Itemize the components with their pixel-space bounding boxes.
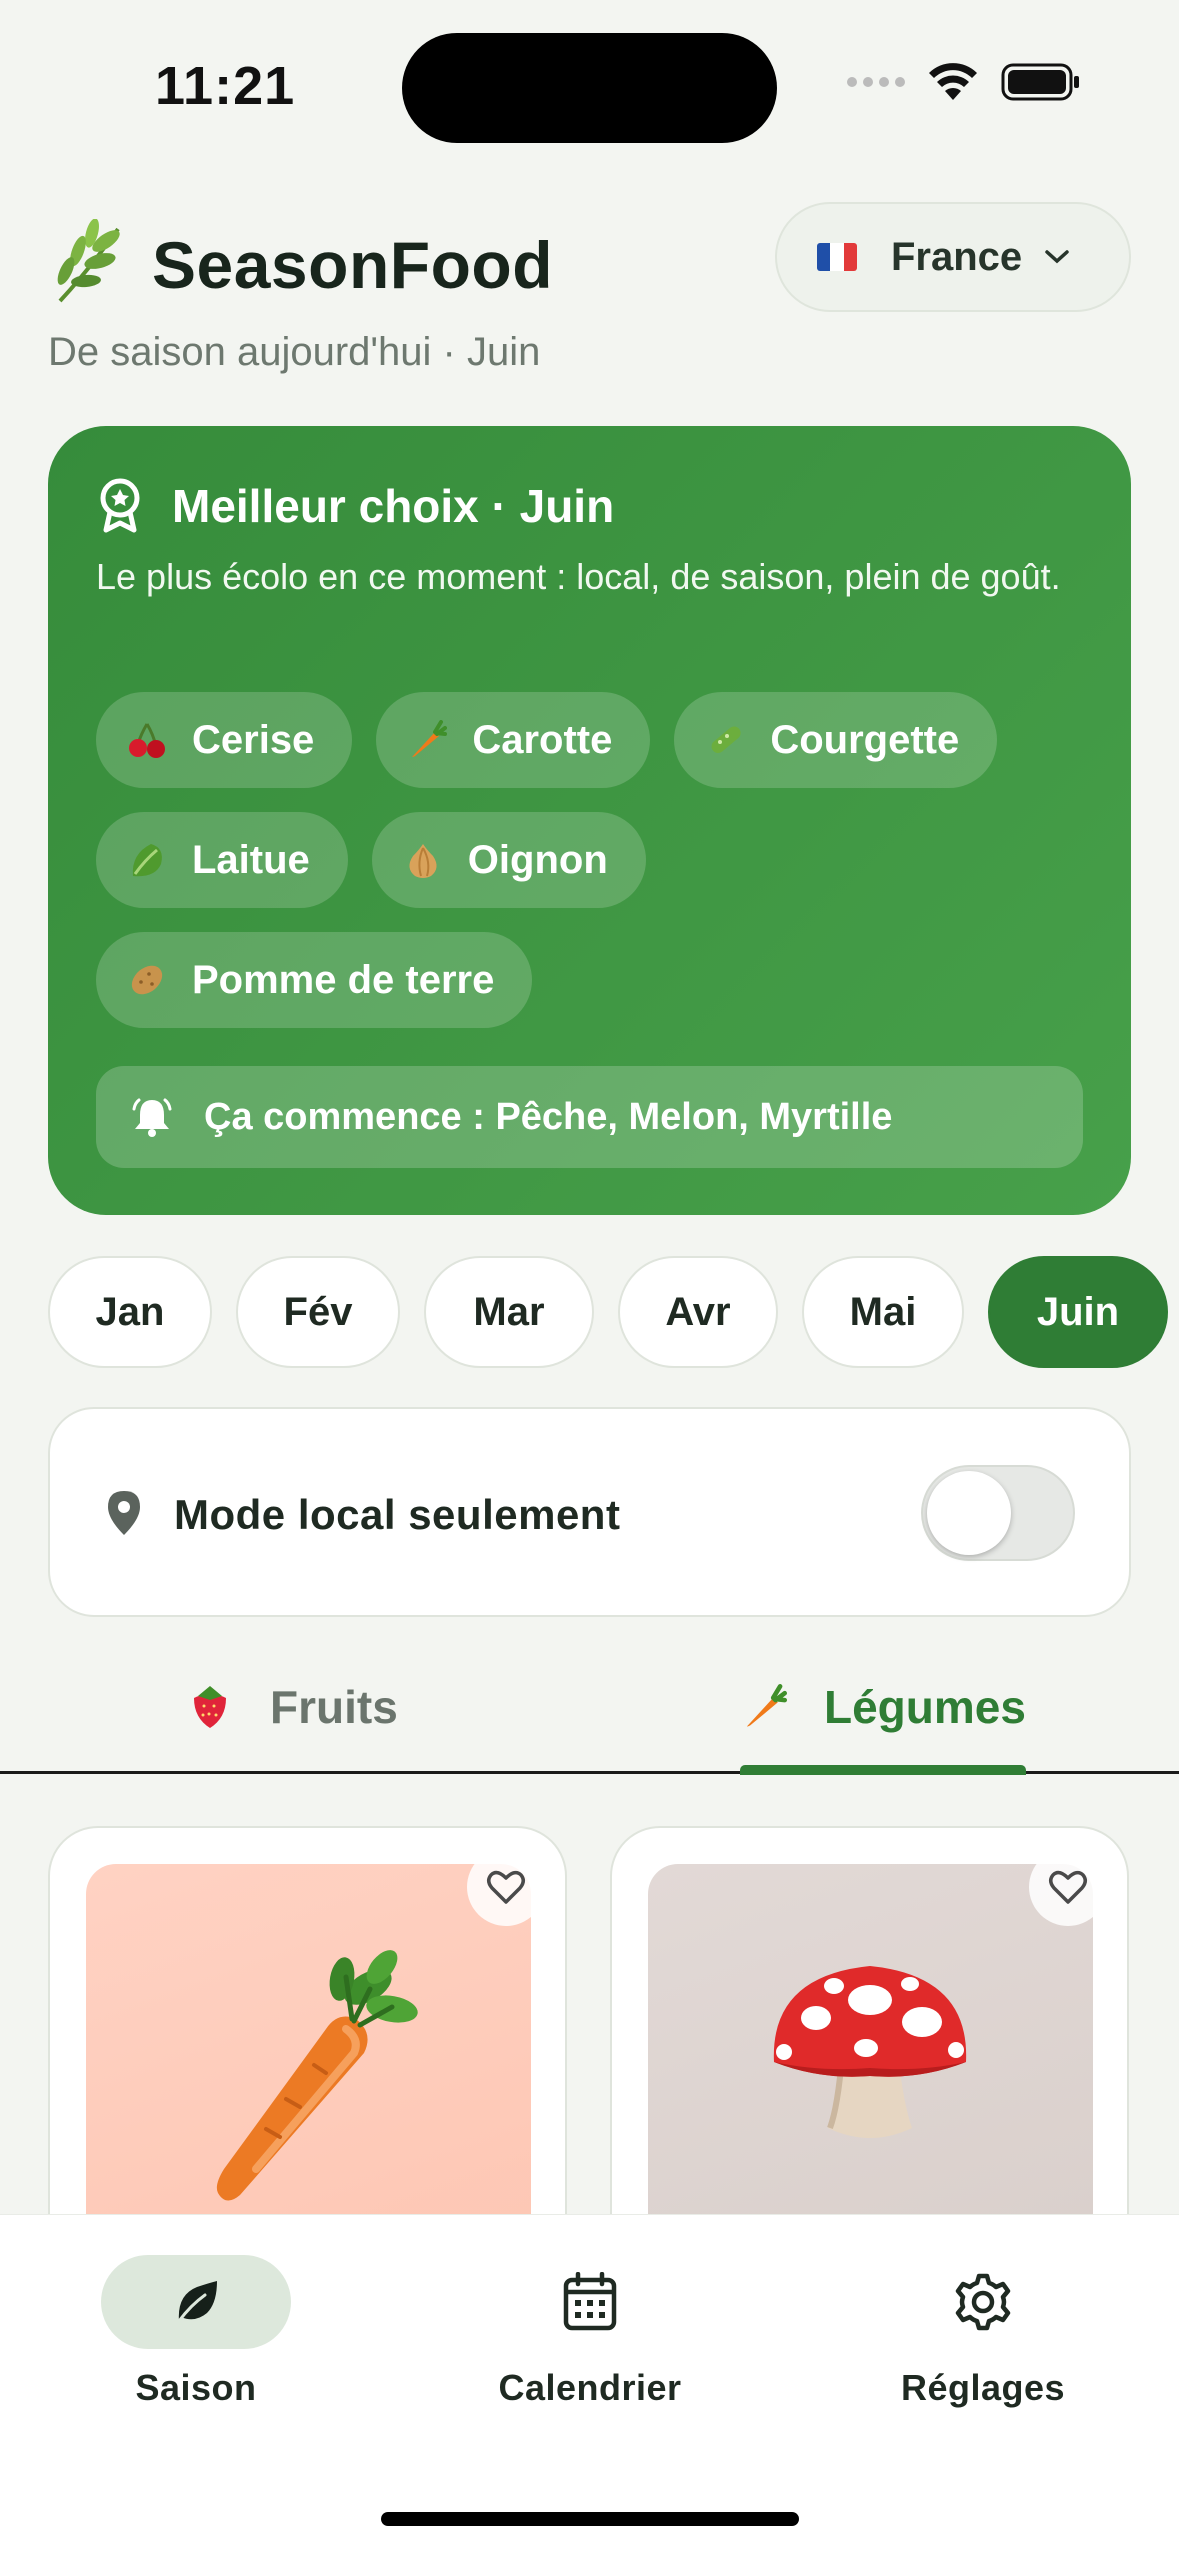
best-choice-header: Meilleur choix · Juin bbox=[96, 478, 614, 534]
nav-icon-pill bbox=[888, 2255, 1078, 2349]
nav-calendrier[interactable]: Calendrier bbox=[440, 2255, 740, 2409]
chip-courgette[interactable]: Courgette bbox=[674, 692, 998, 788]
chip-laitue[interactable]: Laitue bbox=[96, 812, 348, 908]
season-starting-text: Ça commence : Pêche, Melon, Myrtille bbox=[204, 1095, 893, 1138]
carrot-icon bbox=[216, 1950, 418, 2201]
carrot-icon bbox=[406, 719, 448, 761]
category-tabs: Fruits Légumes bbox=[0, 1640, 1179, 1775]
status-bar: 11:21 bbox=[0, 0, 1179, 160]
chip-label: Oignon bbox=[467, 837, 608, 882]
calendar-icon bbox=[563, 2272, 617, 2331]
france-flag-icon bbox=[817, 243, 857, 271]
gear-icon bbox=[955, 2273, 1011, 2331]
chip-label: Pomme de terre bbox=[192, 957, 495, 1002]
local-mode-label: Mode local seulement bbox=[174, 1491, 621, 1538]
chip-oignon[interactable]: Oignon bbox=[371, 812, 646, 908]
best-choice-description: Le plus écolo en ce moment : local, de s… bbox=[96, 556, 1061, 597]
bottom-navigation: Saison Calendrier Réglages bbox=[0, 2214, 1179, 2556]
nav-saison[interactable]: Saison bbox=[46, 2255, 346, 2409]
status-time: 11:21 bbox=[155, 56, 296, 116]
heart-outline-icon bbox=[1049, 1870, 1087, 1904]
cellular-signal-icon bbox=[847, 77, 905, 87]
tab-label: Fruits bbox=[270, 1681, 398, 1733]
month-juin[interactable]: Juin bbox=[988, 1256, 1168, 1368]
bell-icon bbox=[132, 1098, 172, 1137]
month-mai[interactable]: Mai bbox=[802, 1256, 964, 1368]
season-starting-banner: Ça commence : Pêche, Melon, Myrtille bbox=[96, 1066, 1083, 1168]
nav-icon-pill bbox=[495, 2255, 685, 2349]
battery-icon bbox=[1001, 63, 1079, 101]
month-jan[interactable]: Jan bbox=[48, 1256, 212, 1368]
chip-carotte[interactable]: Carotte bbox=[376, 692, 651, 788]
nav-label: Calendrier bbox=[498, 2367, 682, 2408]
leaf-sprig-icon bbox=[57, 219, 120, 303]
status-icons bbox=[847, 62, 1081, 102]
award-badge-icon bbox=[100, 478, 140, 533]
tab-legumes[interactable]: Légumes bbox=[740, 1680, 1026, 1734]
nav-icon-pill bbox=[101, 2255, 291, 2349]
best-choice-chips: Cerise Carotte Courgette Laitue Oignon P… bbox=[96, 692, 1096, 1028]
favorite-heart-button[interactable] bbox=[467, 1848, 545, 1926]
page-subtitle: De saison aujourd'hui · Juin bbox=[48, 330, 541, 374]
nav-label: Saison bbox=[135, 2367, 257, 2408]
wifi-icon bbox=[929, 63, 977, 100]
chip-label: Laitue bbox=[192, 837, 310, 882]
cucumber-icon bbox=[704, 719, 746, 761]
chip-label: Courgette bbox=[770, 717, 960, 762]
best-choice-card: Meilleur choix · Juin Le plus écolo en c… bbox=[48, 426, 1131, 1215]
local-mode-toggle[interactable] bbox=[921, 1465, 1075, 1561]
country-label: France bbox=[891, 234, 1023, 279]
dynamic-island bbox=[402, 33, 777, 143]
month-avr[interactable]: Avr bbox=[618, 1256, 778, 1368]
month-mar[interactable]: Mar bbox=[424, 1256, 594, 1368]
lettuce-icon bbox=[126, 839, 168, 881]
month-fev[interactable]: Fév bbox=[236, 1256, 400, 1368]
best-choice-title: Meilleur choix · Juin bbox=[172, 480, 615, 532]
strawberry-icon bbox=[186, 1683, 234, 1731]
chip-pomme-de-terre[interactable]: Pomme de terre bbox=[96, 932, 533, 1028]
month-selector: Jan Fév Mar Avr Mai Juin bbox=[48, 1256, 1179, 1372]
app-title: SeasonFood bbox=[152, 228, 554, 302]
app-header: SeasonFood France bbox=[48, 202, 1131, 330]
heart-outline-icon bbox=[487, 1870, 525, 1904]
carrot-icon bbox=[740, 1683, 788, 1731]
chevron-down-icon bbox=[1045, 250, 1069, 264]
chip-cerise[interactable]: Cerise bbox=[96, 692, 353, 788]
tab-fruits[interactable]: Fruits bbox=[186, 1680, 398, 1734]
tab-label: Légumes bbox=[824, 1681, 1026, 1733]
local-mode-card: Mode local seulement bbox=[48, 1407, 1131, 1617]
active-tab-indicator bbox=[740, 1765, 1026, 1775]
chip-label: Carotte bbox=[472, 717, 613, 762]
chip-label: Cerise bbox=[192, 717, 315, 762]
country-selector[interactable]: France bbox=[775, 202, 1131, 312]
nav-reglages[interactable]: Réglages bbox=[833, 2255, 1133, 2409]
location-pin-icon bbox=[108, 1491, 140, 1535]
onion-icon bbox=[402, 839, 444, 881]
nav-label: Réglages bbox=[900, 2367, 1066, 2408]
leaf-icon bbox=[177, 2281, 217, 2323]
home-indicator bbox=[381, 2512, 799, 2526]
mushroom-icon bbox=[773, 1966, 967, 2138]
toggle-knob bbox=[927, 1471, 1011, 1555]
cherry-icon bbox=[126, 719, 168, 761]
favorite-heart-button[interactable] bbox=[1029, 1848, 1107, 1926]
potato-icon bbox=[126, 959, 168, 1001]
